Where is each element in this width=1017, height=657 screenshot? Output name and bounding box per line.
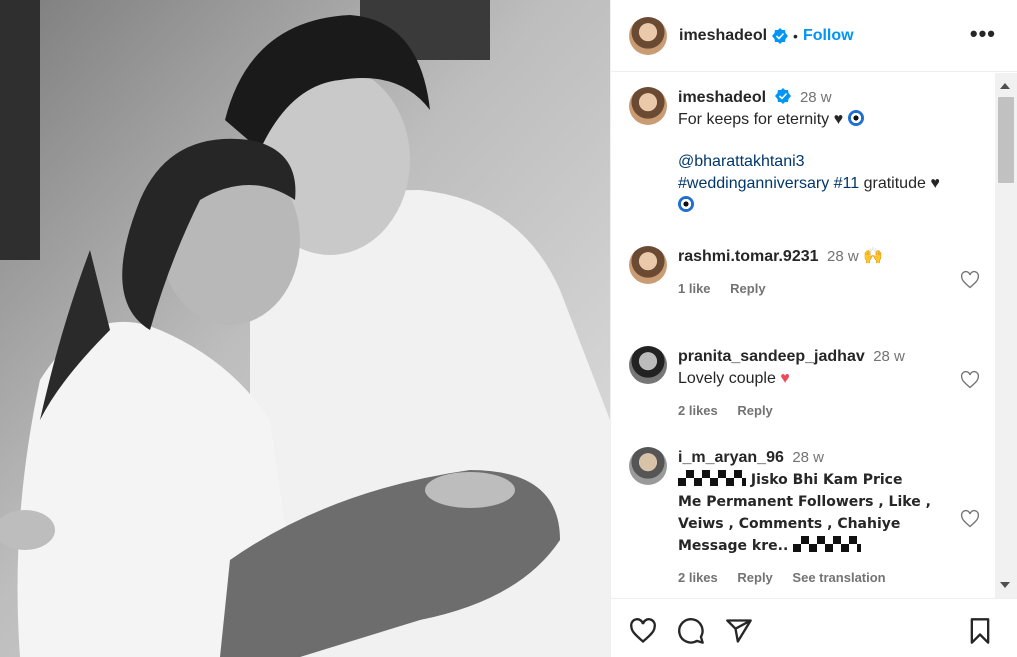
commenter-avatar[interactable] <box>629 246 667 284</box>
verified-badge-icon <box>775 88 792 104</box>
comment-icon[interactable] <box>677 617 705 645</box>
caption-author-avatar[interactable] <box>629 87 667 125</box>
comment-time[interactable]: 28 w <box>792 449 824 466</box>
scroll-thumb[interactable] <box>998 97 1014 183</box>
caption-hashtags[interactable]: #weddinganniversary #11 <box>678 175 859 192</box>
heart-icon[interactable] <box>960 509 980 529</box>
heart-icon[interactable] <box>629 617 657 645</box>
commenter-avatar[interactable] <box>629 346 667 384</box>
comment-text-line: Me Permanent Followers , Like , <box>678 494 931 510</box>
heart-icon[interactable] <box>960 370 980 390</box>
comment-likes[interactable]: 2 likes <box>678 570 718 585</box>
see-translation-button[interactable]: See translation <box>792 570 885 585</box>
comment-username[interactable]: rashmi.tomar.9231 <box>678 248 819 265</box>
post-side-panel: imeshadeol • Follow ••• imeshadeol 28 w … <box>610 0 1017 657</box>
comment-text-line: Veiws , Comments , Chahiye <box>678 516 901 532</box>
checkered-emoji-icon <box>678 470 746 486</box>
commenter-avatar[interactable] <box>629 447 667 485</box>
caption-username[interactable]: imeshadeol <box>678 89 766 106</box>
comment-text-line: Message kre.. <box>678 538 789 554</box>
comment-username[interactable]: pranita_sandeep_jadhav <box>678 348 865 365</box>
caption-mention[interactable]: @bharattakhtani3 <box>678 151 984 173</box>
comments-list[interactable]: imeshadeol 28 w For keeps for eternity ♥… <box>611 73 989 598</box>
scroll-up-arrow-icon[interactable] <box>1000 83 1010 89</box>
caption-entry: imeshadeol 28 w For keeps for eternity ♥… <box>629 87 984 217</box>
reply-button[interactable]: Reply <box>737 570 772 585</box>
scroll-down-arrow-icon[interactable] <box>1000 582 1010 588</box>
couple-photo-illustration <box>0 0 610 657</box>
author-avatar[interactable] <box>629 16 667 55</box>
checkered-emoji-icon <box>793 536 862 552</box>
red-heart-emoji: ♥ <box>780 370 790 387</box>
comment-text: 🙌 <box>863 248 884 265</box>
verified-badge-icon <box>772 27 789 44</box>
save-icon[interactable] <box>966 617 994 645</box>
author-username[interactable]: imeshadeol <box>679 27 767 45</box>
more-options-icon[interactable]: ••• <box>970 23 996 45</box>
reply-button[interactable]: Reply <box>737 403 772 418</box>
share-icon[interactable] <box>725 617 753 645</box>
post-actions-bar <box>611 598 1017 657</box>
comment-item: pranita_sandeep_jadhav 28 w Lovely coupl… <box>629 346 984 422</box>
comment-time[interactable]: 28 w <box>873 348 905 365</box>
post-header: imeshadeol • Follow ••• <box>611 0 1017 72</box>
comment-time[interactable]: 28 w <box>827 248 859 265</box>
comment-username[interactable]: i_m_aryan_96 <box>678 449 784 466</box>
caption-time[interactable]: 28 w <box>800 89 832 106</box>
heart-icon[interactable] <box>960 270 980 290</box>
follow-button[interactable]: Follow <box>803 27 854 45</box>
comment-item: i_m_aryan_96 28 w Jisko Bhi Kam Price Me… <box>629 447 984 589</box>
post-photo[interactable] <box>0 0 610 657</box>
comment-likes[interactable]: 1 like <box>678 281 711 296</box>
separator-dot: • <box>793 27 798 44</box>
comment-text-line: Jisko Bhi Kam Price <box>750 472 903 488</box>
caption-tail: gratitude ♥ <box>859 175 940 192</box>
comment-item: rashmi.tomar.9231 28 w 🙌 1 like Reply <box>629 246 984 300</box>
comment-text: Lovely couple <box>678 370 776 387</box>
reply-button[interactable]: Reply <box>730 281 765 296</box>
evil-eye-emoji-icon <box>847 110 864 126</box>
evil-eye-emoji-icon <box>678 196 694 212</box>
comment-likes[interactable]: 2 likes <box>678 403 718 418</box>
caption-line: For keeps for eternity ♥ <box>678 111 844 128</box>
comments-scrollbar[interactable] <box>995 73 1017 598</box>
